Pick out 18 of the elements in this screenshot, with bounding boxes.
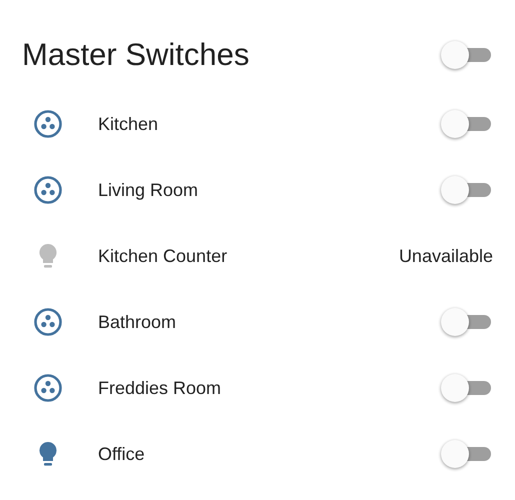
dots-circle-icon bbox=[33, 373, 63, 403]
toggle-switch[interactable] bbox=[441, 439, 493, 469]
entity-name: Freddies Room bbox=[98, 378, 222, 398]
toggle-switch[interactable] bbox=[441, 373, 493, 403]
entity-name: Kitchen Counter bbox=[98, 246, 228, 266]
toggle-switch[interactable] bbox=[441, 175, 493, 205]
entity-name: Bathroom bbox=[98, 312, 178, 332]
toggle-switch[interactable] bbox=[441, 40, 493, 70]
dots-circle-icon bbox=[33, 307, 63, 337]
card-title: Master Switches bbox=[22, 37, 250, 73]
state-text: Unavailable bbox=[398, 246, 493, 266]
dots-circle-icon bbox=[33, 175, 63, 205]
entity-name: Kitchen bbox=[98, 114, 160, 134]
dots-circle-icon bbox=[33, 109, 63, 139]
entity-name: Office bbox=[98, 444, 146, 464]
toggle-switch[interactable] bbox=[441, 109, 493, 139]
entity-name: Living Room bbox=[98, 180, 200, 200]
toggle-switch[interactable] bbox=[441, 307, 493, 337]
